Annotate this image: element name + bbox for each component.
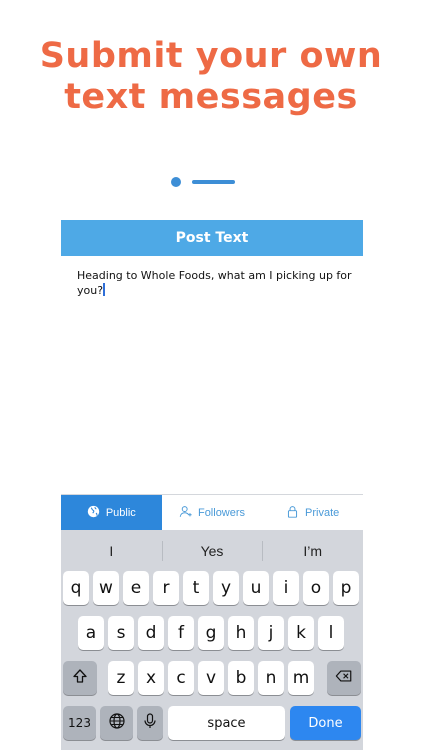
audience-tab-public[interactable]: Public	[61, 495, 162, 530]
globe-icon	[108, 712, 126, 735]
audience-tab-followers[interactable]: Followers	[161, 495, 263, 530]
key-b[interactable]: b	[228, 661, 254, 695]
key-u[interactable]: u	[243, 571, 269, 605]
text-cursor	[103, 283, 105, 296]
key-x[interactable]: x	[138, 661, 164, 695]
device-screen: Post Text Heading to Whole Foods, what a…	[61, 220, 363, 750]
key-a[interactable]: a	[78, 616, 104, 650]
headline-line-2: text messages	[64, 77, 358, 117]
key-c[interactable]: c	[168, 661, 194, 695]
suggestion-item[interactable]: Yes	[161, 541, 263, 561]
numbers-key[interactable]: 123	[63, 706, 96, 740]
shift-key[interactable]	[63, 661, 97, 695]
key-t[interactable]: t	[183, 571, 209, 605]
key-s[interactable]: s	[108, 616, 134, 650]
key-g[interactable]: g	[198, 616, 224, 650]
audience-tab-label: Followers	[197, 506, 246, 519]
suggestion-item[interactable]: I	[61, 543, 162, 559]
suggestion-item[interactable]: I’m	[262, 541, 363, 561]
globe-key[interactable]	[100, 706, 133, 740]
audience-tab-label: Public	[105, 506, 136, 519]
key-v[interactable]: v	[198, 661, 224, 695]
dictation-key[interactable]	[137, 706, 163, 740]
person-icon	[179, 505, 192, 521]
key-h[interactable]: h	[228, 616, 254, 650]
key-f[interactable]: f	[168, 616, 194, 650]
key-j[interactable]: j	[258, 616, 284, 650]
audience-tab-private[interactable]: Private	[262, 495, 363, 530]
globe-icon	[87, 505, 100, 521]
page-dot-active[interactable]	[192, 180, 235, 184]
page-indicator	[0, 177, 422, 189]
key-r[interactable]: r	[153, 571, 179, 605]
key-l[interactable]: l	[318, 616, 344, 650]
shift-icon	[71, 667, 89, 690]
headline: Submit your own text messages	[0, 36, 422, 118]
message-text: Heading to Whole Foods, what am I pickin…	[77, 269, 352, 297]
key-e[interactable]: e	[123, 571, 149, 605]
page-dot[interactable]	[171, 177, 181, 187]
microphone-icon	[141, 712, 159, 735]
space-key[interactable]: space	[168, 706, 285, 740]
key-k[interactable]: k	[288, 616, 314, 650]
key-q[interactable]: q	[63, 571, 89, 605]
lock-icon	[286, 505, 299, 521]
suggestion-bar: I Yes I’m	[61, 530, 363, 572]
key-w[interactable]: w	[93, 571, 119, 605]
nav-bar: Post Text	[61, 220, 363, 256]
done-key[interactable]: Done	[290, 706, 361, 740]
key-n[interactable]: n	[258, 661, 284, 695]
key-m[interactable]: m	[288, 661, 314, 695]
headline-line-1: Submit your own	[39, 36, 383, 76]
key-o[interactable]: o	[303, 571, 329, 605]
backspace-key[interactable]	[327, 661, 361, 695]
audience-tab-label: Private	[305, 506, 340, 519]
key-y[interactable]: y	[213, 571, 239, 605]
key-z[interactable]: z	[108, 661, 134, 695]
audience-selector: Public Followers Private	[61, 494, 363, 530]
message-text-area[interactable]: Heading to Whole Foods, what am I pickin…	[77, 268, 353, 298]
backspace-icon	[335, 667, 353, 690]
key-i[interactable]: i	[273, 571, 299, 605]
keyboard: I Yes I’m q w e r t y u i o p a s d f g …	[61, 530, 363, 750]
key-d[interactable]: d	[138, 616, 164, 650]
key-p[interactable]: p	[333, 571, 359, 605]
nav-title: Post Text	[175, 230, 249, 246]
